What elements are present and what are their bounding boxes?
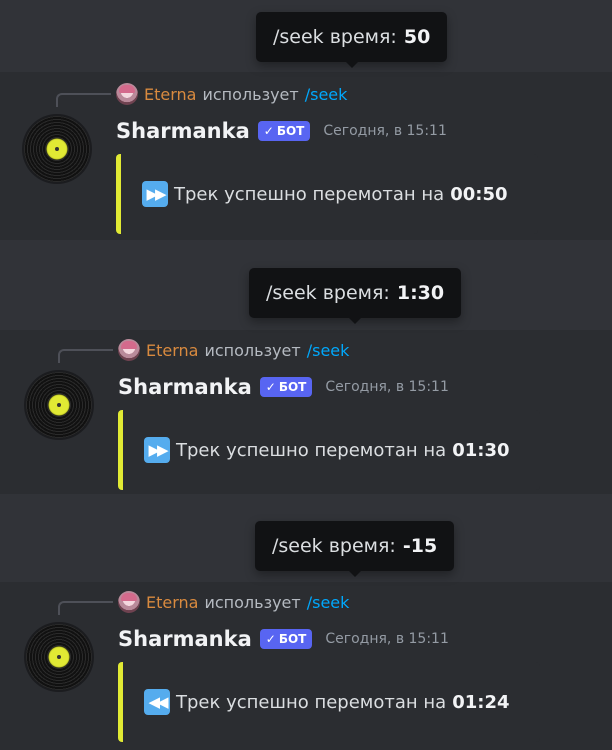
reply-text: использует — [204, 592, 301, 612]
embed-time-value: 01:30 — [452, 439, 510, 461]
reply-username[interactable]: Eterna — [146, 593, 198, 612]
timestamp: Сегодня, в 15:11 — [325, 379, 449, 395]
bot-badge: ✓ БОТ — [259, 377, 313, 397]
badge-label: БОТ — [276, 124, 305, 138]
reply-connector — [58, 601, 113, 615]
bot-badge: ✓ БОТ — [257, 121, 311, 141]
bot-badge: ✓ БОТ — [259, 629, 313, 649]
tooltip-arrow — [348, 571, 361, 577]
reply-text: использует — [204, 340, 301, 360]
timestamp: Сегодня, в 15:11 — [323, 123, 447, 139]
bot-avatar[interactable] — [26, 372, 92, 438]
reply-username[interactable]: Eterna — [146, 341, 198, 360]
fast-forward-icon: ▶▶ — [144, 437, 170, 463]
bot-username[interactable]: Sharmanka — [118, 627, 252, 651]
reply-command-link[interactable]: /seek — [305, 85, 348, 104]
bot-username[interactable]: Sharmanka — [116, 119, 250, 143]
reply-connector — [58, 349, 113, 363]
message-header: Sharmanka ✓ БОТ Сегодня, в 15:11 — [116, 119, 447, 143]
embed: ▶▶ Трек успешно перемотан на 01:30 — [118, 410, 540, 490]
command-tooltip: /seek время: -15 — [255, 521, 455, 577]
command-tooltip: /seek время: 1:30 — [249, 268, 462, 324]
reply-preview[interactable]: Eterna использует /seek — [118, 591, 349, 613]
tooltip-value: 50 — [403, 26, 431, 48]
tooltip-arrow — [345, 62, 358, 68]
embed-time-value: 01:24 — [452, 691, 510, 713]
embed-text: Трек успешно перемотан на — [174, 183, 445, 205]
fast-forward-icon: ▶▶ — [142, 181, 168, 207]
embed-text: Трек успешно перемотан на — [176, 439, 447, 461]
bot-avatar[interactable] — [24, 116, 90, 182]
command-tooltip: /seek время: 50 — [256, 12, 448, 68]
tooltip-value: 1:30 — [396, 282, 445, 304]
check-icon: ✓ — [263, 124, 274, 138]
tooltip-command: /seek время: — [272, 535, 396, 557]
reply-command-link[interactable]: /seek — [307, 341, 350, 360]
embed: ▶▶ Трек успешно перемотан на 00:50 — [116, 154, 538, 234]
reply-preview[interactable]: Eterna использует /seek — [118, 339, 349, 361]
badge-label: БОТ — [278, 380, 307, 394]
tooltip-value: -15 — [402, 535, 438, 557]
tooltip-command: /seek время: — [273, 26, 397, 48]
embed-time-value: 00:50 — [450, 183, 508, 205]
badge-label: БОТ — [278, 632, 307, 646]
user-avatar[interactable] — [116, 83, 138, 105]
user-avatar[interactable] — [118, 339, 140, 361]
reply-command-link[interactable]: /seek — [307, 593, 350, 612]
reply-connector — [56, 93, 111, 107]
reply-preview[interactable]: Eterna использует /seek — [116, 83, 347, 105]
rewind-icon: ◀◀ — [144, 689, 170, 715]
embed: ◀◀ Трек успешно перемотан на 01:24 — [118, 662, 540, 742]
tooltip-command: /seek время: — [266, 282, 390, 304]
embed-text: Трек успешно перемотан на — [176, 691, 447, 713]
check-icon: ✓ — [265, 632, 276, 646]
user-avatar[interactable] — [118, 591, 140, 613]
reply-username[interactable]: Eterna — [144, 85, 196, 104]
reply-text: использует — [202, 84, 299, 104]
message-header: Sharmanka ✓ БОТ Сегодня, в 15:11 — [118, 627, 449, 651]
message-header: Sharmanka ✓ БОТ Сегодня, в 15:11 — [118, 375, 449, 399]
check-icon: ✓ — [265, 380, 276, 394]
timestamp: Сегодня, в 15:11 — [325, 631, 449, 647]
bot-username[interactable]: Sharmanka — [118, 375, 252, 399]
bot-avatar[interactable] — [26, 624, 92, 690]
tooltip-arrow — [349, 318, 362, 324]
